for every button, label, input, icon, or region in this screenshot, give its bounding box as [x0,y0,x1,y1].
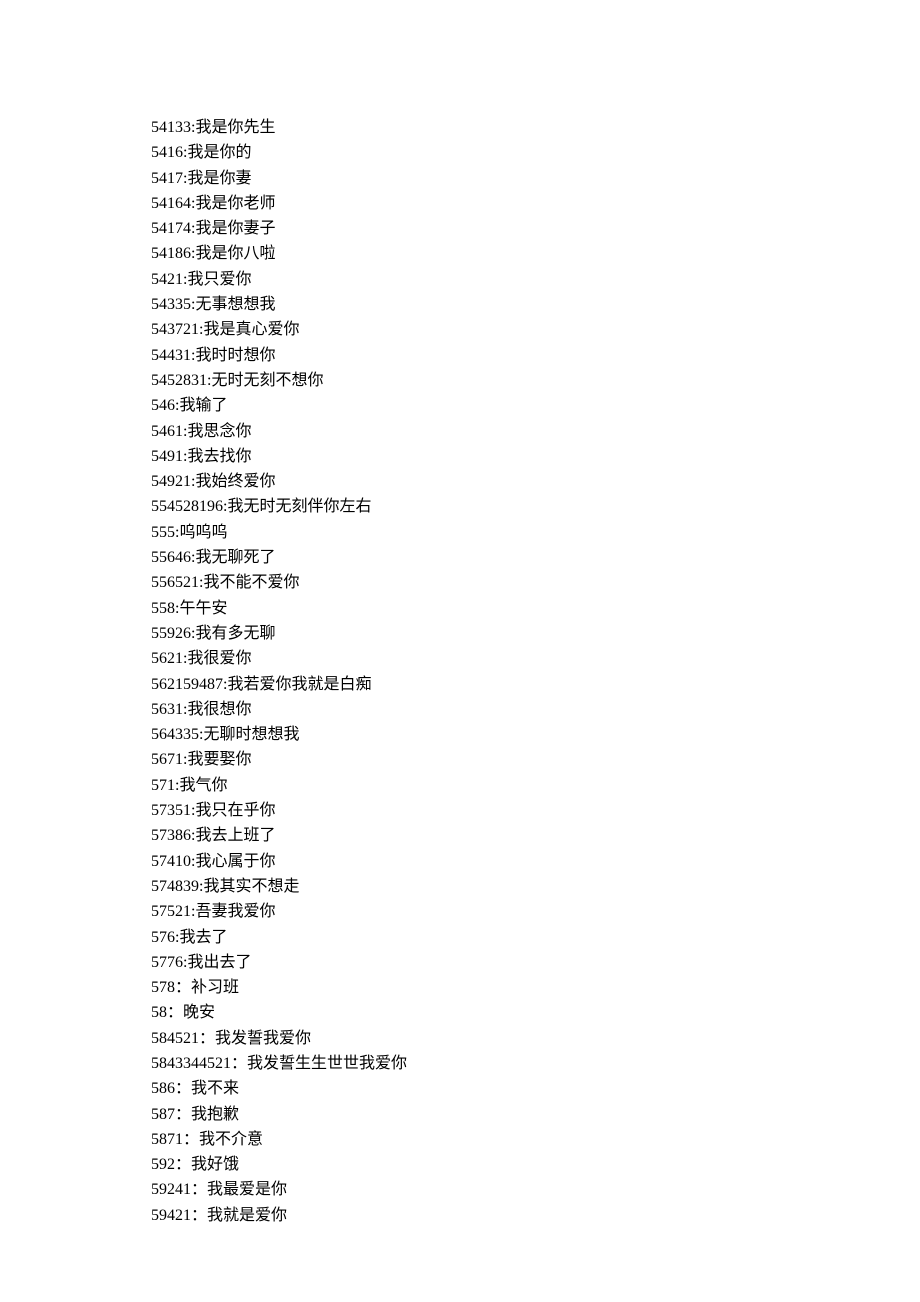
text-lines-container: 54133:我是你先生5416:我是你的5417:我是你妻54164:我是你老师… [151,115,920,1228]
text-line: 5621:我很爱你 [151,646,920,671]
text-line: 54431:我时时想你 [151,343,920,368]
text-line: 556521:我不能不爱你 [151,570,920,595]
document-page: 54133:我是你先生5416:我是你的5417:我是你妻54164:我是你老师… [0,0,920,1228]
text-line: 586：我不来 [151,1076,920,1101]
text-line: 57386:我去上班了 [151,823,920,848]
text-line: 592：我好饿 [151,1152,920,1177]
text-line: 54164:我是你老师 [151,191,920,216]
text-line: 57351:我只在乎你 [151,798,920,823]
text-line: 571:我气你 [151,773,920,798]
text-line: 5421:我只爱你 [151,267,920,292]
text-line: 5452831:无时无刻不想你 [151,368,920,393]
text-line: 554528196:我无时无刻伴你左右 [151,494,920,519]
text-line: 578：补习班 [151,975,920,1000]
text-line: 5631:我很想你 [151,697,920,722]
text-line: 54174:我是你妻子 [151,216,920,241]
text-line: 584521：我发誓我爱你 [151,1026,920,1051]
text-line: 5871：我不介意 [151,1127,920,1152]
text-line: 546:我输了 [151,393,920,418]
text-line: 5776:我出去了 [151,950,920,975]
text-line: 59421：我就是爱你 [151,1203,920,1228]
text-line: 555:呜呜呜 [151,520,920,545]
text-line: 5843344521：我发誓生生世世我爱你 [151,1051,920,1076]
text-line: 564335:无聊时想想我 [151,722,920,747]
text-line: 5461:我思念你 [151,419,920,444]
text-line: 54335:无事想想我 [151,292,920,317]
text-line: 562159487:我若爱你我就是白痴 [151,672,920,697]
text-line: 5491:我去找你 [151,444,920,469]
text-line: 57410:我心属于你 [151,849,920,874]
text-line: 5671:我要娶你 [151,747,920,772]
text-line: 576:我去了 [151,925,920,950]
text-line: 54186:我是你八啦 [151,241,920,266]
text-line: 574839:我其实不想走 [151,874,920,899]
text-line: 5417:我是你妻 [151,166,920,191]
text-line: 587：我抱歉 [151,1102,920,1127]
text-line: 57521:吾妻我爱你 [151,899,920,924]
text-line: 54133:我是你先生 [151,115,920,140]
text-line: 55646:我无聊死了 [151,545,920,570]
text-line: 58：晚安 [151,1000,920,1025]
text-line: 59241：我最爱是你 [151,1177,920,1202]
text-line: 543721:我是真心爱你 [151,317,920,342]
text-line: 55926:我有多无聊 [151,621,920,646]
text-line: 558:午午安 [151,596,920,621]
text-line: 5416:我是你的 [151,140,920,165]
text-line: 54921:我始终爱你 [151,469,920,494]
